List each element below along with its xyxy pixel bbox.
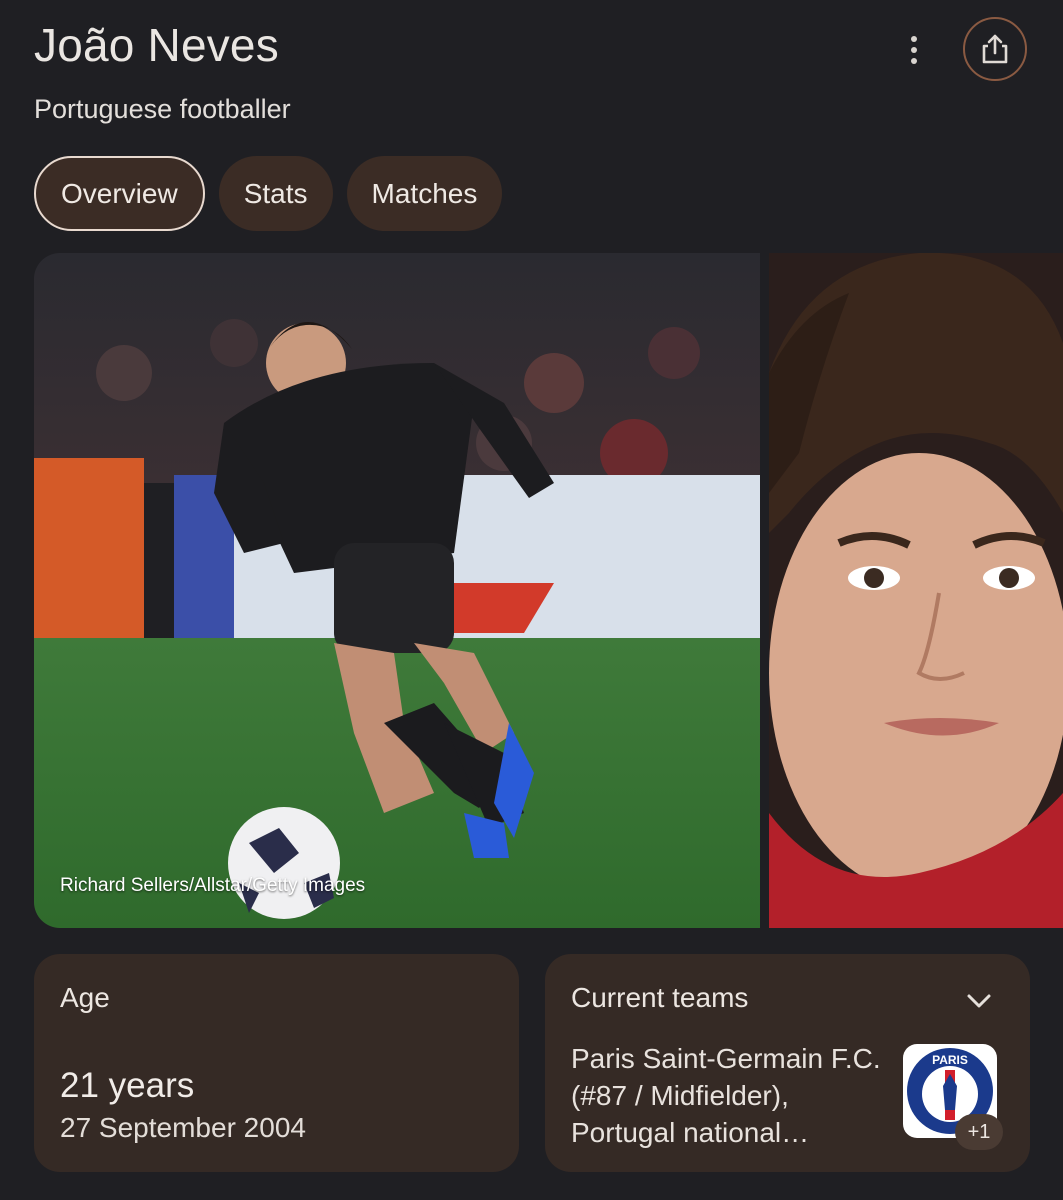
player-action-photo[interactable]: Richard Sellers/Allstar/Getty Images [34, 253, 760, 928]
more-vert-icon[interactable] [896, 30, 932, 70]
tab-overview[interactable]: Overview [34, 156, 205, 231]
logo-text: PARIS [932, 1053, 968, 1067]
birth-date: 27 September 2004 [60, 1112, 306, 1143]
action-photo-illustration [34, 253, 760, 928]
kebab-dot [911, 58, 917, 64]
current-teams-label: Current teams [571, 982, 749, 1013]
kebab-dot [911, 36, 917, 42]
teams-description: Paris Saint-Germain F.C. (#87 / Midfield… [571, 1043, 881, 1148]
age-label: Age [60, 982, 110, 1013]
kebab-dot [911, 47, 917, 53]
player-portrait-photo[interactable] [769, 253, 1063, 928]
age-value: 21 years [60, 1066, 195, 1105]
more-teams-badge[interactable]: +1 [955, 1114, 1003, 1150]
share-icon [982, 34, 1008, 64]
page-title: João Neves [34, 19, 279, 71]
share-button[interactable] [963, 17, 1027, 81]
photo-credit: Richard Sellers/Allstar/Getty Images [60, 875, 366, 896]
portrait-photo-illustration [769, 253, 1063, 928]
page-subtitle: Portuguese footballer [34, 94, 291, 124]
tab-stats[interactable]: Stats [218, 156, 333, 231]
chevron-down-icon[interactable] [964, 986, 994, 1016]
age-card[interactable]: Age 21 years 27 September 2004 [34, 954, 519, 1172]
tab-matches[interactable]: Matches [346, 156, 503, 231]
current-teams-card[interactable]: Current teams Paris Saint-Germain F.C. (… [545, 954, 1030, 1172]
tab-bar: Overview Stats Matches [34, 156, 503, 231]
